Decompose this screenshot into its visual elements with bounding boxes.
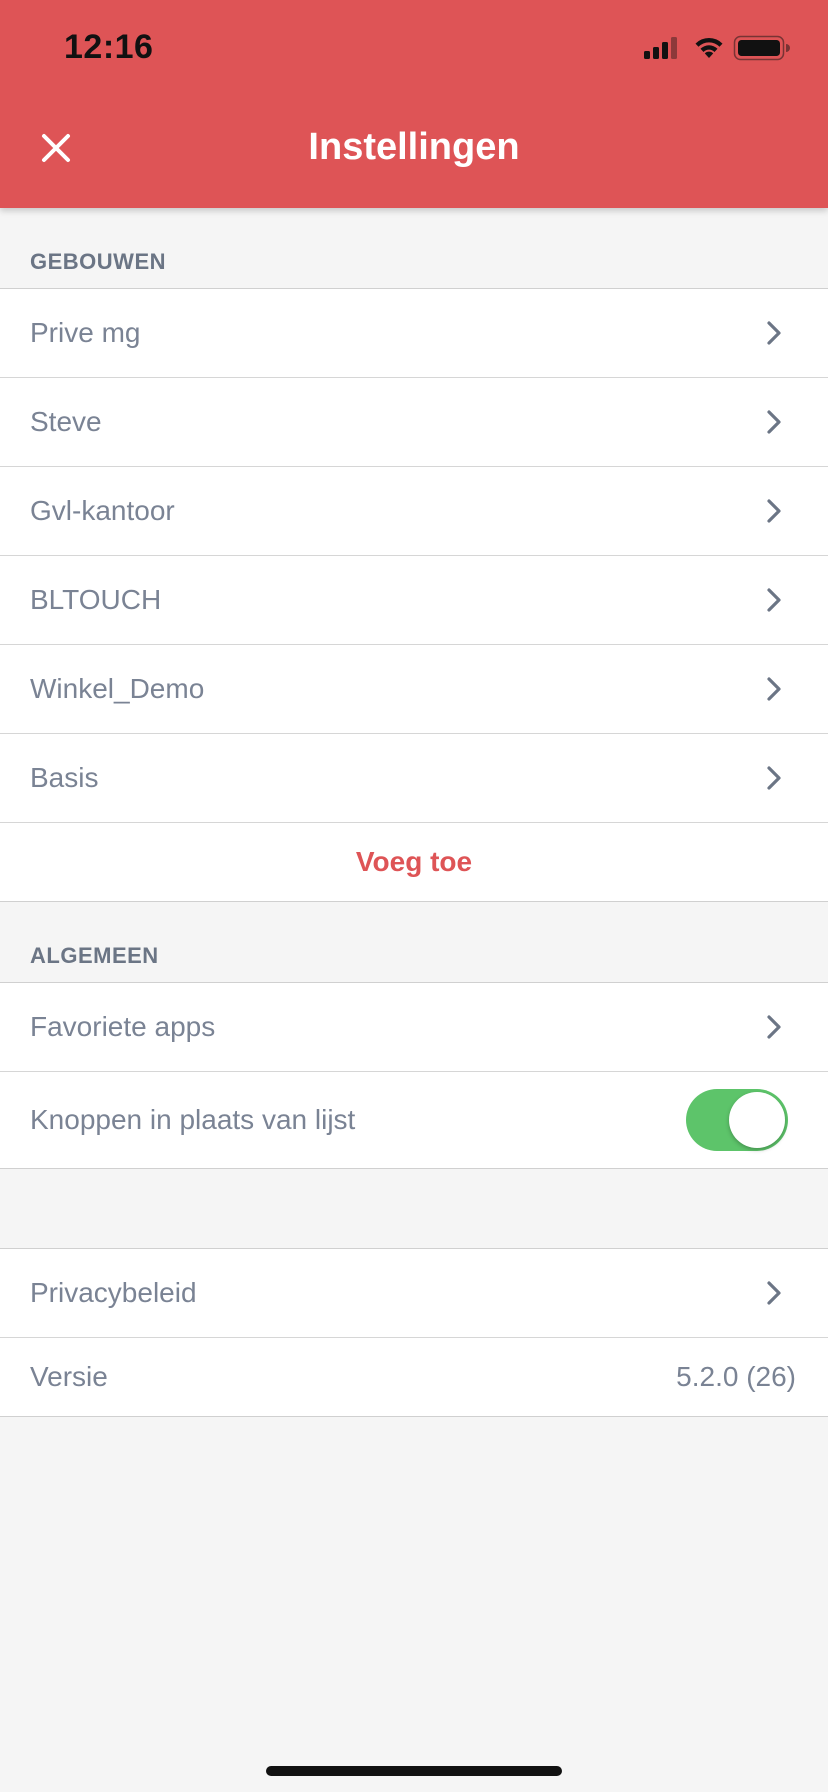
battery-icon bbox=[733, 35, 790, 61]
version-label: Versie bbox=[30, 1361, 108, 1392]
building-row[interactable]: Winkel_Demo bbox=[0, 645, 828, 734]
signal-icon bbox=[644, 37, 677, 59]
wifi-icon bbox=[695, 37, 723, 58]
status-time: 12:16 bbox=[64, 28, 154, 66]
info-list: Privacybeleid Versie 5.2.0 (26) bbox=[0, 1248, 828, 1417]
buttons-toggle-label: Knoppen in plaats van lijst bbox=[30, 1104, 356, 1135]
navigation-header: 12:16 Instellingen bbox=[0, 0, 828, 208]
chevron-right-icon bbox=[767, 499, 781, 523]
status-icons bbox=[644, 34, 792, 64]
building-label: Basis bbox=[30, 762, 99, 793]
building-label: BLTOUCH bbox=[30, 584, 162, 615]
add-building-label: Voeg toe bbox=[355, 846, 473, 877]
building-label: Prive mg bbox=[30, 317, 141, 348]
privacy-policy-label: Privacybeleid bbox=[30, 1277, 197, 1308]
building-row[interactable]: Basis bbox=[0, 734, 828, 823]
home-indicator bbox=[266, 1766, 562, 1776]
chevron-right-icon bbox=[767, 1281, 781, 1305]
building-label: Gvl-kantoor bbox=[30, 495, 175, 526]
buttons-instead-of-list-row: Knoppen in plaats van lijst bbox=[0, 1072, 828, 1168]
chevron-right-icon bbox=[767, 588, 781, 612]
building-label: Winkel_Demo bbox=[30, 673, 205, 704]
add-building-button[interactable]: Voeg toe bbox=[0, 823, 828, 901]
section-header-general: ALGEMEEN bbox=[30, 943, 159, 968]
chevron-right-icon bbox=[767, 1015, 781, 1039]
privacy-policy-row[interactable]: Privacybeleid bbox=[0, 1249, 828, 1338]
section-header-buildings: GEBOUWEN bbox=[30, 249, 166, 274]
building-label: Steve bbox=[30, 406, 102, 437]
building-row[interactable]: Gvl-kantoor bbox=[0, 467, 828, 556]
building-row[interactable]: Steve bbox=[0, 378, 828, 467]
version-value: 5.2.0 (26) bbox=[676, 1361, 796, 1392]
favorite-apps-label: Favoriete apps bbox=[30, 1011, 216, 1042]
general-list: Favoriete apps Knoppen in plaats van lij… bbox=[0, 982, 828, 1169]
chevron-right-icon bbox=[767, 677, 781, 701]
building-row[interactable]: Prive mg bbox=[0, 289, 828, 378]
favorite-apps-row[interactable]: Favoriete apps bbox=[0, 983, 828, 1072]
buttons-toggle[interactable] bbox=[686, 1089, 788, 1151]
buildings-list: Prive mg Steve Gvl-kantoor BLTOUCH Winke… bbox=[0, 288, 828, 902]
chevron-right-icon bbox=[767, 766, 781, 790]
page-title: Instellingen bbox=[308, 126, 520, 168]
building-row[interactable]: BLTOUCH bbox=[0, 556, 828, 645]
toggle-knob bbox=[729, 1092, 785, 1148]
chevron-right-icon bbox=[767, 410, 781, 434]
chevron-right-icon bbox=[767, 321, 781, 345]
version-row: Versie 5.2.0 (26) bbox=[0, 1338, 828, 1416]
